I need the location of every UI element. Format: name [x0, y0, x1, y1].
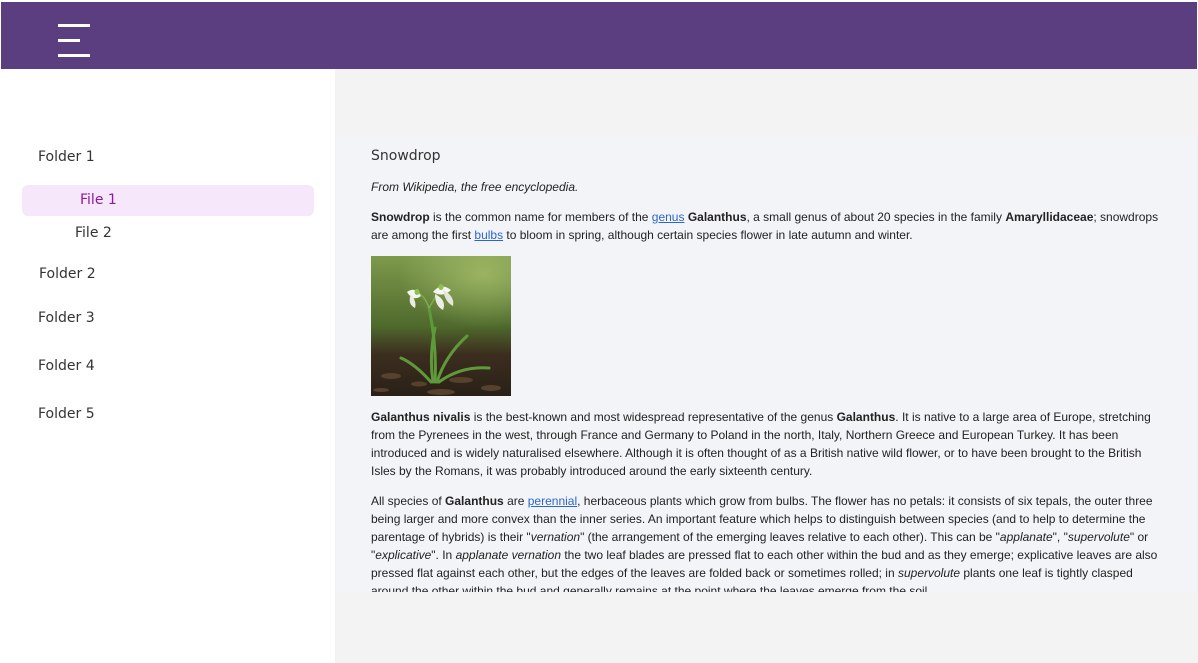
perennial-link[interactable]: perennial: [528, 494, 577, 508]
bold-term: Galanthus nivalis: [371, 410, 471, 424]
bold-term: Galanthus: [836, 410, 896, 424]
italic-term: vernation: [530, 530, 581, 544]
italic-term: explicative: [375, 548, 432, 562]
text-run: ", ": [1052, 530, 1068, 544]
sidebar-file-label: File 2: [75, 225, 112, 241]
sidebar: Folder 1 File 1 File 2 Folder 2 Folder 3…: [0, 69, 335, 663]
menu-line: [58, 39, 80, 42]
menu-line: [58, 54, 90, 57]
snowdrop-photo: [371, 256, 511, 396]
sidebar-folder-2[interactable]: Folder 2: [39, 266, 96, 282]
sidebar-folder-1[interactable]: Folder 1: [38, 149, 95, 165]
app-header: [1, 2, 1197, 69]
italic-term: supervolute: [1067, 530, 1130, 544]
genus-link[interactable]: genus: [652, 210, 685, 224]
italic-term: supervolute: [897, 566, 961, 580]
text-run: to bloom in spring, although certain spe…: [503, 228, 913, 242]
text-run: are: [503, 494, 528, 508]
text-run: ". In: [431, 548, 456, 562]
article-panel: Snowdrop From Wikipedia, the free encycl…: [336, 136, 1197, 592]
bold-term: Galanthus: [687, 210, 747, 224]
article-title: Snowdrop: [371, 148, 441, 164]
text-run: is the common name for members of the: [429, 210, 652, 224]
article-paragraph: All species of Galanthus are perennial, …: [371, 492, 1161, 592]
sidebar-file-label: File 1: [80, 192, 117, 208]
sidebar-folder-4[interactable]: Folder 4: [38, 358, 95, 374]
italic-term: applanate: [999, 530, 1053, 544]
article-paragraph: Galanthus nivalis is the best-known and …: [371, 408, 1161, 480]
text-run: " (the arrangement of the emerging leave…: [580, 530, 1000, 544]
article-body: Snowdrop From Wikipedia, the free encycl…: [371, 146, 1161, 592]
bold-term: Galanthus: [445, 494, 504, 508]
sidebar-file-2[interactable]: File 2: [22, 218, 314, 249]
sidebar-folder-5[interactable]: Folder 5: [38, 406, 95, 422]
text-run: , a small genus of about 20 species in t…: [746, 210, 1006, 224]
sidebar-folder-3[interactable]: Folder 3: [38, 310, 95, 326]
hamburger-menu-icon[interactable]: [54, 20, 94, 62]
menu-line: [58, 24, 90, 27]
article-subtitle: From Wikipedia, the free encyclopedia.: [371, 180, 579, 194]
text-run: All species of: [371, 494, 446, 508]
article-paragraph: Snowdrop is the common name for members …: [371, 208, 1161, 244]
bold-term: Snowdrop: [371, 210, 430, 224]
bold-term: Amaryllidaceae: [1005, 210, 1094, 224]
text-run: is the best-known and most widespread re…: [470, 410, 837, 424]
sidebar-file-1[interactable]: File 1: [22, 185, 314, 216]
bulbs-link[interactable]: bulbs: [474, 228, 503, 242]
italic-term: applanate vernation: [455, 548, 561, 562]
